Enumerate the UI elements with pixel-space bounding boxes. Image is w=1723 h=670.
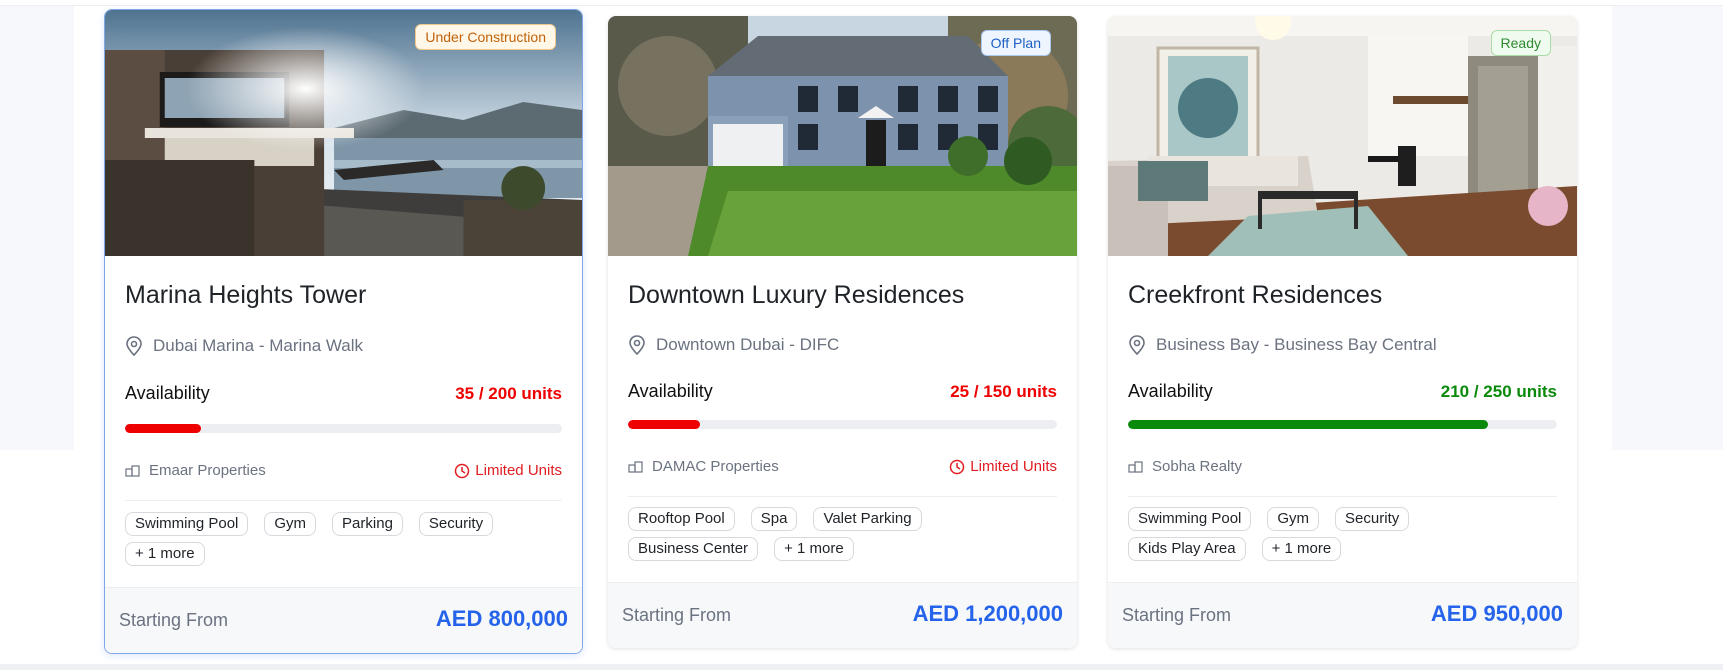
status-badge: Ready (1490, 30, 1551, 56)
building-icon (628, 460, 643, 473)
location-text: Dubai Marina - Marina Walk (153, 336, 364, 355)
property-card[interactable]: Under Construction Marina Heights Tower … (104, 9, 583, 654)
amenity-tags: Swimming Pool Gym Security Kids Play Are… (1128, 507, 1517, 561)
property-title[interactable]: Marina Heights Tower (125, 281, 366, 310)
map-pin-icon (126, 336, 142, 356)
price-footer: Starting From AED 800,000 (105, 587, 582, 653)
price-value: AED 800,000 (435, 606, 568, 631)
property-photo: Off Plan (608, 16, 1077, 256)
availability-bar (628, 420, 1057, 429)
developer-row: Emaar Properties (125, 462, 266, 479)
more-amenities-tag[interactable]: + 1 more (1261, 537, 1342, 561)
amenity-tag: Parking (332, 512, 403, 536)
starting-from-label: Starting From (622, 605, 732, 625)
amenity-tag: Valet Parking (813, 507, 922, 531)
limited-units-label: Limited Units (970, 458, 1057, 475)
developer-name: DAMAC Properties (652, 458, 779, 475)
bottom-divider (0, 664, 1723, 670)
property-title[interactable]: Creekfront Residences (1128, 281, 1382, 310)
top-divider (0, 0, 1723, 6)
availability-value: 35 / 200 units (455, 384, 562, 403)
location-row: Downtown Dubai - DIFC (628, 335, 839, 355)
availability-bar-fill (628, 420, 700, 429)
location-text: Business Bay - Business Bay Central (1156, 335, 1437, 354)
property-title[interactable]: Downtown Luxury Residences (628, 281, 964, 310)
amenity-tag: Swimming Pool (1128, 507, 1252, 531)
amenity-tags: Swimming Pool Gym Parking Security + 1 m… (125, 512, 522, 566)
amenity-tag: Swimming Pool (125, 512, 249, 536)
amenity-tag: Security (1335, 507, 1410, 531)
availability-label: Availability (125, 383, 210, 403)
developer-row: Sobha Realty (1128, 458, 1242, 475)
developer-name: Emaar Properties (149, 462, 266, 479)
availability-value: 210 / 250 units (1440, 382, 1557, 401)
building-icon (125, 464, 140, 477)
limited-units-indicator: Limited Units (949, 458, 1057, 475)
building-icon (1128, 460, 1143, 473)
divider (125, 500, 562, 501)
availability-value: 25 / 150 units (950, 382, 1057, 401)
amenity-tag: Security (418, 512, 494, 536)
availability-bar (1128, 420, 1557, 429)
limited-units-indicator: Limited Units (454, 462, 562, 479)
amenity-tag: Kids Play Area (1128, 537, 1246, 561)
location-text: Downtown Dubai - DIFC (656, 335, 840, 354)
developer-name: Sobha Realty (1152, 458, 1243, 475)
property-photo: Under Construction (105, 10, 582, 256)
more-amenities-tag[interactable]: + 1 more (125, 542, 205, 566)
amenity-tag: Gym (264, 512, 317, 536)
limited-units-label: Limited Units (475, 462, 562, 479)
starting-from-label: Starting From (1122, 605, 1232, 625)
availability-bar-fill (125, 424, 202, 433)
amenity-tag: Rooftop Pool (628, 507, 735, 531)
more-amenities-tag[interactable]: + 1 more (774, 537, 854, 561)
availability-label: Availability (1128, 381, 1213, 401)
divider (628, 496, 1057, 497)
developer-row: DAMAC Properties (628, 458, 779, 475)
location-row: Dubai Marina - Marina Walk (125, 336, 363, 356)
price-value: AED 950,000 (1430, 601, 1563, 626)
availability-label: Availability (628, 381, 713, 401)
starting-from-label: Starting From (119, 610, 229, 630)
availability-bar-fill (1128, 420, 1489, 429)
divider (1128, 496, 1557, 497)
amenity-tag: Spa (750, 507, 798, 531)
price-footer: Starting From AED 950,000 (1108, 582, 1577, 648)
map-pin-icon (1129, 335, 1145, 355)
property-photo: Ready (1108, 16, 1577, 256)
status-badge: Under Construction (415, 24, 556, 50)
property-card[interactable]: Off Plan Downtown Luxury Residences Down… (608, 16, 1077, 648)
amenity-tag: Business Center (628, 537, 759, 561)
property-card[interactable]: Ready Creekfront Residences Business Bay… (1108, 16, 1577, 648)
status-badge: Off Plan (980, 30, 1051, 56)
availability-bar (125, 424, 562, 433)
clock-icon (950, 459, 965, 474)
price-value: AED 1,200,000 (912, 601, 1063, 626)
amenity-tags: Rooftop Pool Spa Valet Parking Business … (628, 507, 1017, 561)
map-pin-icon (629, 335, 645, 355)
amenity-tag: Gym (1267, 507, 1320, 531)
clock-icon (455, 463, 470, 478)
price-footer: Starting From AED 1,200,000 (608, 582, 1077, 648)
location-row: Business Bay - Business Bay Central (1128, 335, 1437, 355)
